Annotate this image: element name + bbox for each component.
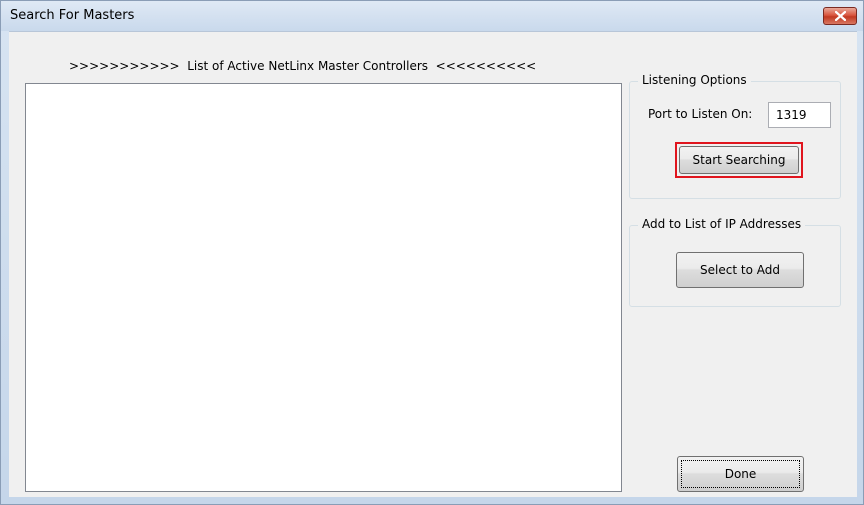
focus-rect xyxy=(681,460,800,488)
start-searching-highlight xyxy=(675,142,803,178)
window-title: Search For Masters xyxy=(10,8,135,23)
port-input[interactable] xyxy=(768,102,831,128)
title-bar[interactable]: Search For Masters xyxy=(1,1,863,31)
close-icon xyxy=(835,11,846,21)
search-for-masters-dialog: Search For Masters >>>>>>>>>>> List of A… xyxy=(0,0,864,505)
port-label: Port to Listen On: xyxy=(648,107,753,121)
select-to-add-button[interactable]: Select to Add xyxy=(676,252,804,288)
add-ip-legend: Add to List of IP Addresses xyxy=(638,217,806,231)
listening-options-legend: Listening Options xyxy=(638,73,751,87)
listening-options-group: Listening Options Port to Listen On: Sta… xyxy=(629,73,841,199)
list-header: >>>>>>>>>>> List of Active NetLinx Maste… xyxy=(69,59,537,73)
done-button[interactable]: Done xyxy=(677,456,804,492)
close-button[interactable] xyxy=(823,7,857,25)
master-controllers-list[interactable] xyxy=(25,83,622,492)
dialog-client-area: >>>>>>>>>>> List of Active NetLinx Maste… xyxy=(9,31,857,497)
add-ip-group: Add to List of IP Addresses Select to Ad… xyxy=(629,217,841,307)
